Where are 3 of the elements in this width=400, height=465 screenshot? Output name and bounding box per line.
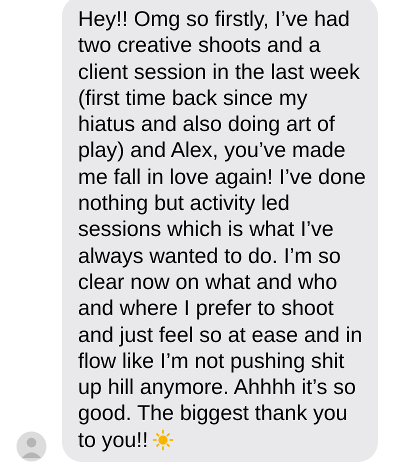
sun-icon bbox=[152, 428, 174, 451]
avatar-icon bbox=[16, 431, 47, 462]
message-text: to you!! bbox=[78, 426, 148, 454]
